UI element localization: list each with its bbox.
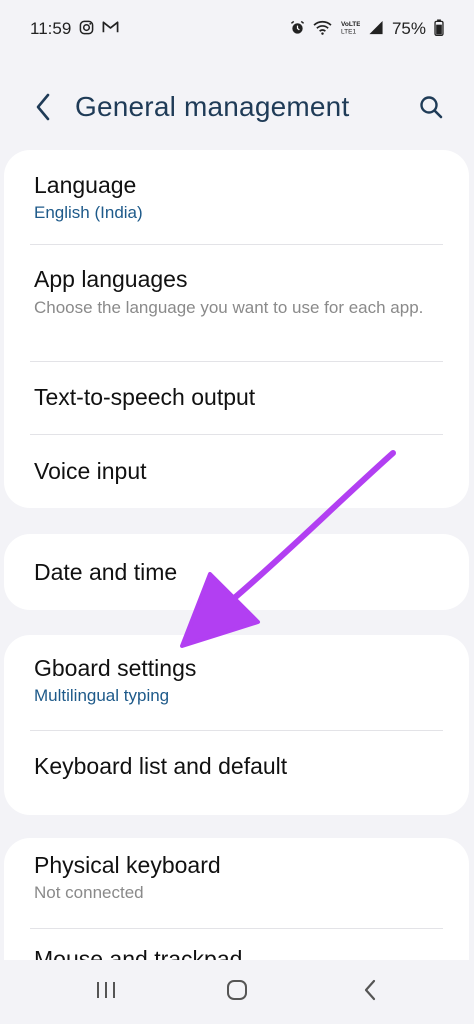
status-bar: 11:59 VoLTE LTE1 75% (0, 0, 474, 58)
app-languages-title: App languages (34, 266, 188, 292)
physical-keyboard-item[interactable]: Physical keyboard Not connected (4, 852, 469, 924)
text-to-speech-title: Text-to-speech output (34, 384, 256, 410)
gmail-icon (102, 20, 119, 38)
chevron-left-icon (35, 93, 51, 126)
app-header: General management (0, 80, 474, 138)
gboard-settings-item[interactable]: Gboard settings Multilingual typing (4, 655, 469, 729)
signal-icon (368, 20, 384, 39)
keyboard-list-item[interactable]: Keyboard list and default (4, 753, 469, 797)
keyboard-list-title: Keyboard list and default (34, 753, 288, 779)
recents-icon (95, 980, 117, 1005)
home-button[interactable] (217, 976, 257, 1008)
settings-card-date: Date and time (4, 534, 469, 610)
home-icon (226, 979, 248, 1006)
divider (30, 730, 443, 731)
back-button[interactable] (28, 90, 58, 128)
settings-card-language: Language English (India) App languages C… (4, 150, 469, 508)
physical-keyboard-title: Physical keyboard (34, 852, 221, 878)
settings-card-keyboard: Gboard settings Multilingual typing Keyb… (4, 635, 469, 815)
svg-text:LTE1: LTE1 (341, 29, 356, 36)
physical-keyboard-subtitle: Not connected (34, 883, 144, 902)
app-languages-subtitle: Choose the language you want to use for … (34, 298, 424, 317)
voice-input-title: Voice input (34, 458, 147, 484)
app-languages-item[interactable]: App languages Choose the language you wa… (4, 266, 469, 360)
divider (30, 434, 443, 435)
status-right: VoLTE LTE1 75% (290, 18, 444, 40)
search-button[interactable] (414, 92, 448, 126)
battery-icon (434, 18, 444, 40)
voice-input-item[interactable]: Voice input (4, 458, 469, 498)
navigation-bar (0, 960, 474, 1024)
status-battery: 75% (391, 19, 426, 38)
divider (30, 361, 443, 362)
divider (30, 928, 443, 929)
recents-button[interactable] (86, 976, 126, 1008)
status-left: 11:59 (30, 19, 119, 39)
gboard-settings-subtitle: Multilingual typing (34, 686, 170, 705)
text-to-speech-item[interactable]: Text-to-speech output (4, 384, 469, 432)
search-icon (419, 95, 443, 124)
status-time: 11:59 (30, 19, 72, 38)
language-title: Language (34, 172, 137, 198)
page-title: General management (75, 91, 350, 122)
language-item[interactable]: Language English (India) (4, 172, 469, 244)
alarm-icon (290, 20, 305, 39)
instagram-icon (79, 20, 94, 39)
date-and-time-item[interactable]: Date and time (4, 559, 469, 599)
back-icon (363, 979, 377, 1006)
wifi-icon (313, 20, 332, 39)
language-subtitle: English (India) (34, 203, 143, 222)
svg-text:VoLTE: VoLTE (341, 21, 360, 28)
nav-back-button[interactable] (350, 976, 390, 1008)
divider (30, 244, 443, 245)
date-and-time-title: Date and time (34, 559, 178, 585)
gboard-settings-title: Gboard settings (34, 655, 197, 681)
volte-icon: VoLTE LTE1 (340, 19, 361, 39)
